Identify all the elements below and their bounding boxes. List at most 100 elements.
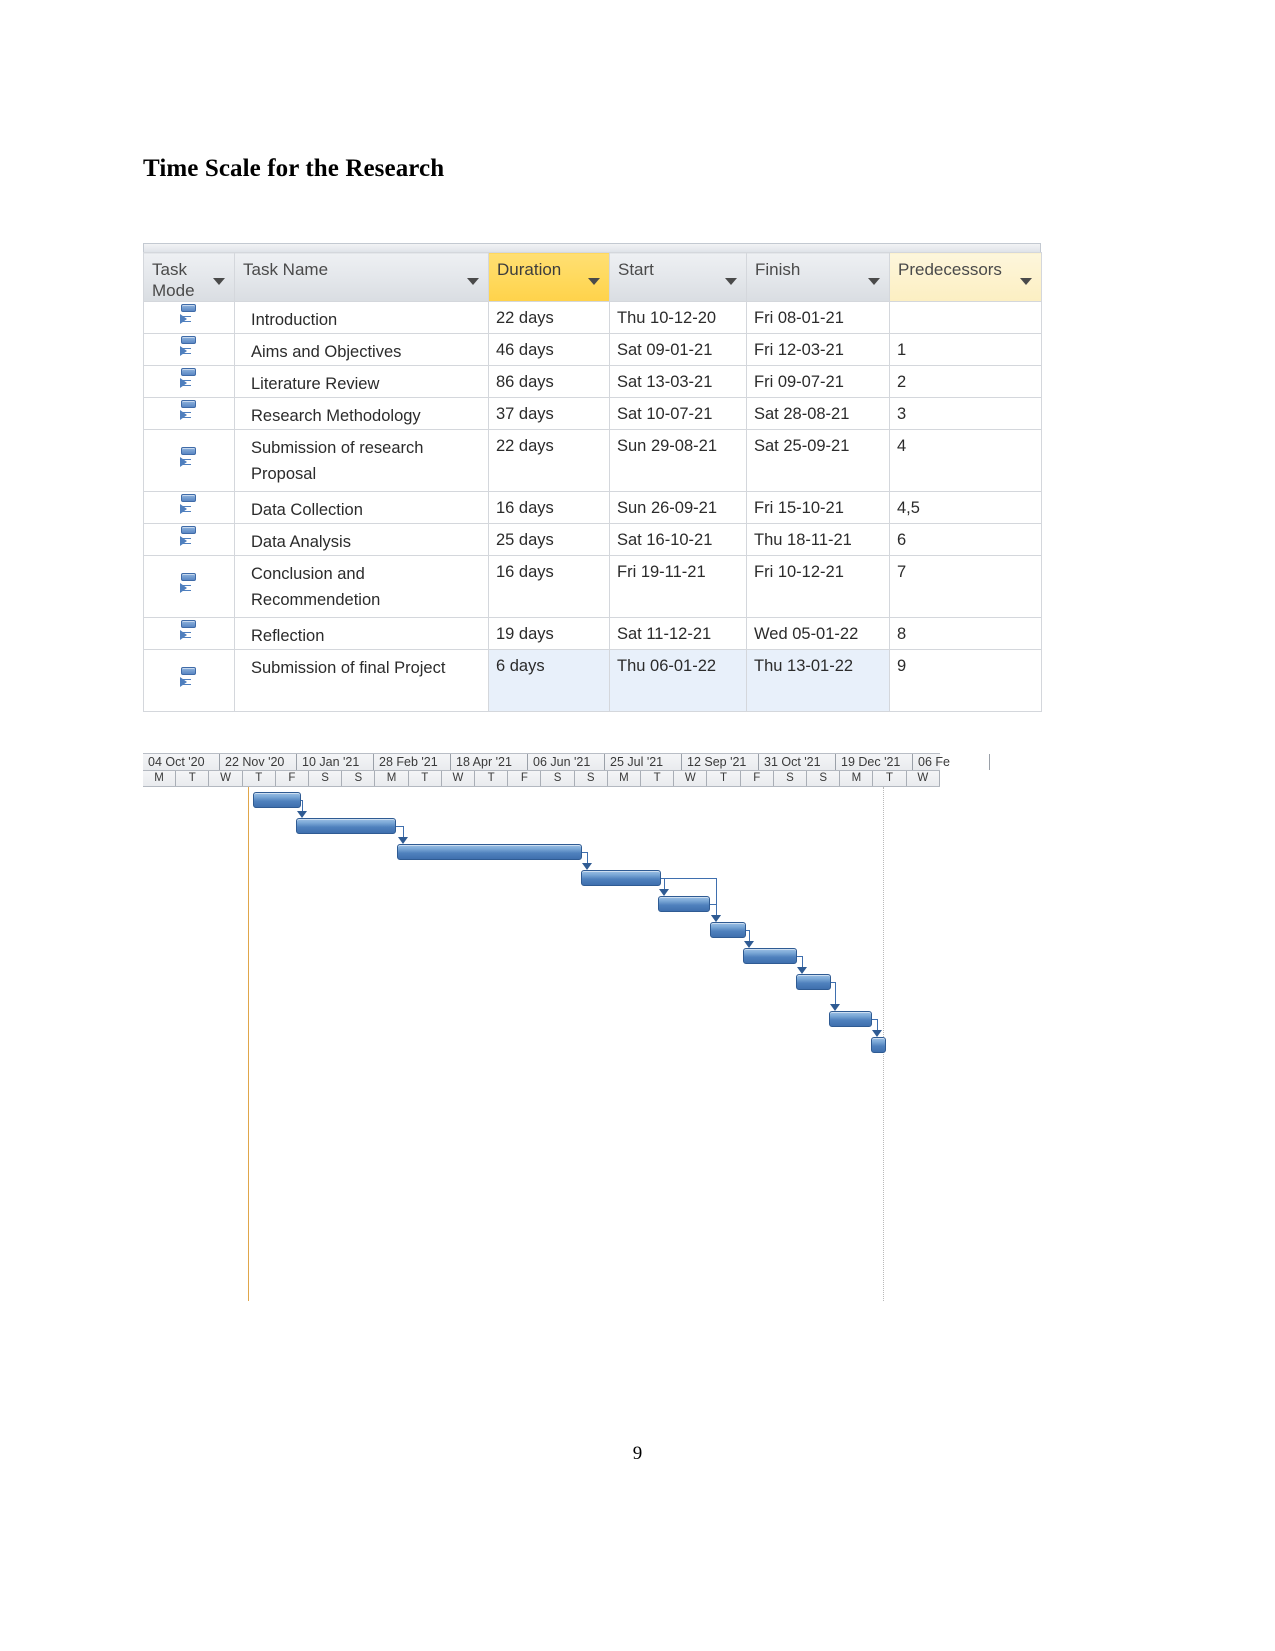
table-row[interactable]: Conclusion and Recommendetion16 daysFri … (144, 556, 1042, 618)
start-date-cell[interactable]: Sat 16-10-21 (610, 524, 747, 556)
predecessors-cell[interactable]: 8 (890, 618, 1042, 650)
predecessors-cell[interactable]: 2 (890, 366, 1042, 398)
manually-scheduled-icon (179, 368, 199, 390)
table-row[interactable]: Research Methodology37 daysSat 10-07-21S… (144, 398, 1042, 430)
gantt-link (661, 878, 716, 879)
duration-cell[interactable]: 25 days (489, 524, 610, 556)
task-mode-cell[interactable] (144, 366, 235, 398)
predecessors-cell[interactable]: 7 (890, 556, 1042, 618)
table-row[interactable]: Data Analysis25 daysSat 16-10-21Thu 18-1… (144, 524, 1042, 556)
chevron-down-icon[interactable] (213, 278, 225, 285)
predecessors-cell[interactable]: 4 (890, 430, 1042, 492)
manually-scheduled-icon (179, 336, 199, 358)
start-date-cell[interactable]: Sat 09-01-21 (610, 334, 747, 366)
predecessors-cell[interactable]: 4,5 (890, 492, 1042, 524)
task-name-cell[interactable]: Research Methodology (235, 398, 489, 430)
task-name-cell[interactable]: Introduction (235, 302, 489, 334)
finish-date-cell[interactable]: Fri 10-12-21 (747, 556, 890, 618)
start-date-cell[interactable]: Sat 13-03-21 (610, 366, 747, 398)
task-mode-cell[interactable] (144, 334, 235, 366)
gantt-bar[interactable] (658, 896, 710, 912)
chevron-down-icon[interactable] (588, 278, 600, 285)
column-header-start[interactable]: Start (610, 253, 747, 302)
start-date-cell[interactable]: Thu 10-12-20 (610, 302, 747, 334)
gantt-bar[interactable] (397, 844, 582, 860)
finish-date-cell[interactable]: Fri 09-07-21 (747, 366, 890, 398)
finish-date-cell[interactable]: Sat 28-08-21 (747, 398, 890, 430)
gantt-bar[interactable] (743, 948, 797, 964)
duration-cell[interactable]: 16 days (489, 556, 610, 618)
column-header-predecessors[interactable]: Predecessors (890, 253, 1042, 302)
predecessors-cell[interactable]: 6 (890, 524, 1042, 556)
chevron-down-icon[interactable] (725, 278, 737, 285)
task-name-cell[interactable]: Aims and Objectives (235, 334, 489, 366)
task-mode-cell[interactable] (144, 398, 235, 430)
table-row[interactable]: Literature Review86 daysSat 13-03-21Fri … (144, 366, 1042, 398)
duration-cell[interactable]: 37 days (489, 398, 610, 430)
duration-cell[interactable]: 46 days (489, 334, 610, 366)
predecessors-cell[interactable]: 1 (890, 334, 1042, 366)
task-name-cell[interactable]: Submission of research Proposal (235, 430, 489, 492)
gantt-bar[interactable] (871, 1037, 886, 1053)
start-date-cell[interactable]: Sun 29-08-21 (610, 430, 747, 492)
project-task-grid: Task Mode Task Name Duration Start (143, 243, 1041, 712)
start-date-cell[interactable]: Sun 26-09-21 (610, 492, 747, 524)
gantt-bar[interactable] (796, 974, 831, 990)
timescale-major-cell: 18 Apr '21 (451, 754, 528, 770)
gantt-bar[interactable] (710, 922, 746, 938)
task-name-cell[interactable]: Submission of final Project (235, 650, 489, 712)
column-header-duration[interactable]: Duration (489, 253, 610, 302)
task-name-cell[interactable]: Data Analysis (235, 524, 489, 556)
column-header-task-mode[interactable]: Task Mode (144, 253, 235, 302)
timescale-minor-cell: T (707, 771, 740, 786)
table-row[interactable]: Submission of final Project6 daysThu 06-… (144, 650, 1042, 712)
start-date-cell[interactable]: Sat 11-12-21 (610, 618, 747, 650)
gantt-bar[interactable] (253, 792, 301, 808)
duration-cell[interactable]: 16 days (489, 492, 610, 524)
duration-cell[interactable]: 6 days (489, 650, 610, 712)
finish-date-cell[interactable]: Sat 25-09-21 (747, 430, 890, 492)
finish-date-cell[interactable]: Wed 05-01-22 (747, 618, 890, 650)
table-row[interactable]: Reflection19 daysSat 11-12-21Wed 05-01-2… (144, 618, 1042, 650)
table-row[interactable]: Submission of research Proposal22 daysSu… (144, 430, 1042, 492)
table-row[interactable]: Aims and Objectives46 daysSat 09-01-21Fr… (144, 334, 1042, 366)
chevron-down-icon[interactable] (467, 278, 479, 285)
task-name-cell[interactable]: Literature Review (235, 366, 489, 398)
finish-date-cell[interactable]: Thu 18-11-21 (747, 524, 890, 556)
column-header-task-name[interactable]: Task Name (235, 253, 489, 302)
finish-date-cell[interactable]: Fri 08-01-21 (747, 302, 890, 334)
timescale-minor-cell: S (541, 771, 574, 786)
table-row[interactable]: Introduction22 daysThu 10-12-20Fri 08-01… (144, 302, 1042, 334)
duration-cell[interactable]: 19 days (489, 618, 610, 650)
gantt-bar[interactable] (829, 1011, 872, 1027)
gantt-bar[interactable] (296, 818, 396, 834)
task-mode-cell[interactable] (144, 618, 235, 650)
task-mode-cell[interactable] (144, 492, 235, 524)
task-mode-cell[interactable] (144, 524, 235, 556)
task-mode-cell[interactable] (144, 302, 235, 334)
duration-cell[interactable]: 22 days (489, 430, 610, 492)
duration-cell[interactable]: 86 days (489, 366, 610, 398)
start-date-cell[interactable]: Fri 19-11-21 (610, 556, 747, 618)
task-name-cell[interactable]: Data Collection (235, 492, 489, 524)
finish-date-cell[interactable]: Fri 12-03-21 (747, 334, 890, 366)
start-date-cell[interactable]: Sat 10-07-21 (610, 398, 747, 430)
finish-date-cell[interactable]: Fri 15-10-21 (747, 492, 890, 524)
timescale-minor-cell: T (873, 771, 906, 786)
predecessors-cell[interactable] (890, 302, 1042, 334)
start-date-cell[interactable]: Thu 06-01-22 (610, 650, 747, 712)
task-mode-cell[interactable] (144, 650, 235, 712)
task-name-cell[interactable]: Conclusion and Recommendetion (235, 556, 489, 618)
predecessors-cell[interactable]: 9 (890, 650, 1042, 712)
gantt-bar[interactable] (581, 870, 661, 886)
chevron-down-icon[interactable] (1020, 278, 1032, 285)
duration-cell[interactable]: 22 days (489, 302, 610, 334)
task-mode-cell[interactable] (144, 556, 235, 618)
task-name-cell[interactable]: Reflection (235, 618, 489, 650)
task-mode-cell[interactable] (144, 430, 235, 492)
finish-date-cell[interactable]: Thu 13-01-22 (747, 650, 890, 712)
predecessors-cell[interactable]: 3 (890, 398, 1042, 430)
chevron-down-icon[interactable] (868, 278, 880, 285)
column-header-finish[interactable]: Finish (747, 253, 890, 302)
table-row[interactable]: Data Collection16 daysSun 26-09-21Fri 15… (144, 492, 1042, 524)
